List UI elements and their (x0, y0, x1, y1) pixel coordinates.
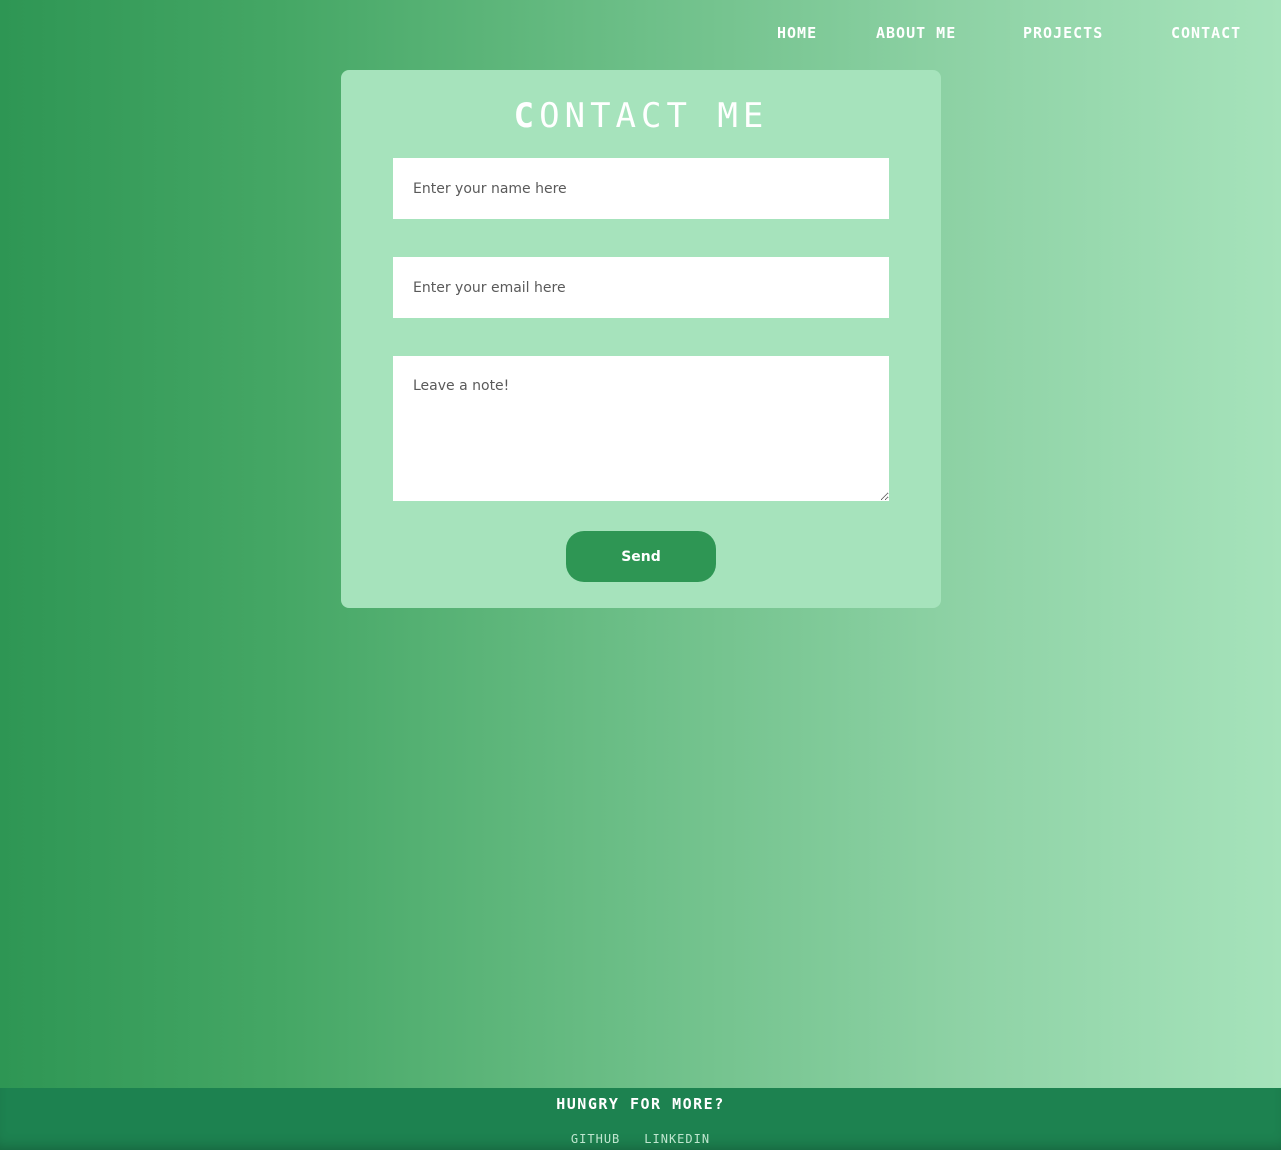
contact-card: CONTACT ME Send (341, 70, 941, 608)
email-input[interactable] (393, 257, 889, 318)
nav-link-about-me[interactable]: ABOUT ME (876, 24, 956, 42)
contact-title: CONTACT ME (341, 96, 941, 136)
note-textarea[interactable] (393, 356, 889, 501)
contact-title-rest: ONTACT ME (539, 96, 769, 136)
footer-link-github[interactable]: GITHUB (571, 1132, 620, 1146)
nav-link-home[interactable]: HOME (777, 24, 817, 42)
nav-link-contact[interactable]: CONTACT (1171, 24, 1241, 42)
nav-link-projects[interactable]: PROJECTS (1023, 24, 1103, 42)
footer-links: GITHUB LINKEDIN (0, 1132, 1281, 1146)
send-button[interactable]: Send (566, 531, 716, 582)
contact-title-initial: C (513, 96, 540, 136)
footer: HUNGRY FOR MORE? GITHUB LINKEDIN (0, 1088, 1281, 1150)
name-input[interactable] (393, 158, 889, 219)
footer-title: HUNGRY FOR MORE? (556, 1095, 725, 1113)
footer-link-linkedin[interactable]: LINKEDIN (644, 1132, 710, 1146)
